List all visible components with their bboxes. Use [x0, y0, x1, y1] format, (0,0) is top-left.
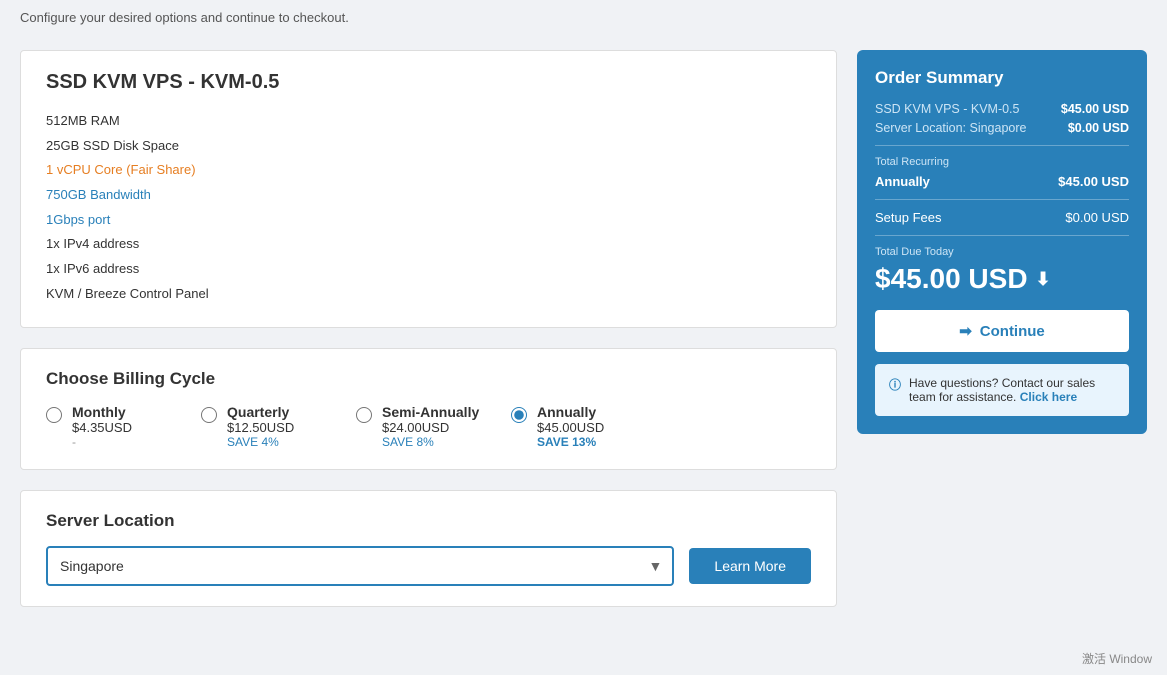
- help-text: Have questions? Contact our sales team f…: [909, 376, 1115, 404]
- activate-windows-text: 激活 Window: [1082, 650, 1152, 667]
- order-summary: Order Summary SSD KVM VPS - KVM-0.5 $45.…: [857, 50, 1147, 434]
- order-divider-3: [875, 235, 1129, 236]
- order-setup-row: Setup Fees $0.00 USD: [875, 210, 1129, 225]
- configure-text: Configure your desired options and conti…: [20, 10, 349, 25]
- billing-radio-quarterly[interactable]: [201, 407, 217, 423]
- order-total-amount: $45.00 USD ⬇: [875, 263, 1129, 295]
- billing-name-quarterly: Quarterly: [227, 404, 294, 420]
- learn-more-button[interactable]: Learn More: [689, 548, 811, 584]
- order-line-location: Server Location: Singapore $0.00 USD: [875, 121, 1129, 135]
- order-product-label: SSD KVM VPS - KVM-0.5: [875, 102, 1019, 116]
- order-total-value: $45.00 USD: [875, 263, 1028, 295]
- billing-price-monthly: $4.35USD: [72, 420, 132, 435]
- product-specs: 512MB RAM 25GB SSD Disk Space 1 vCPU Cor…: [46, 109, 811, 307]
- billing-option-quarterly[interactable]: Quarterly $12.50USD SAVE 4%: [201, 404, 341, 449]
- order-annually-label: Annually: [875, 174, 930, 189]
- server-location-title: Server Location: [46, 511, 811, 531]
- order-line-product: SSD KVM VPS - KVM-0.5 $45.00 USD: [875, 102, 1129, 116]
- billing-option-semi-annually[interactable]: Semi-Annually $24.00USD SAVE 8%: [356, 404, 496, 449]
- billing-save-monthly: -: [72, 435, 132, 449]
- server-location-row: Singapore USA UK Japan ▼ Learn More: [46, 546, 811, 586]
- billing-radio-monthly[interactable]: [46, 407, 62, 423]
- order-annually-row: Annually $45.00 USD: [875, 174, 1129, 189]
- spec-cpu: 1 vCPU Core (Fair Share): [46, 158, 811, 183]
- server-location-select[interactable]: Singapore USA UK Japan: [46, 546, 674, 586]
- product-card: SSD KVM VPS - KVM-0.5 512MB RAM 25GB SSD…: [20, 50, 837, 328]
- order-setup-amount: $0.00 USD: [1065, 210, 1129, 225]
- info-icon: ⓘ: [889, 376, 901, 393]
- spec-disk: 25GB SSD Disk Space: [46, 134, 811, 159]
- billing-price-annually: $45.00USD: [537, 420, 604, 435]
- continue-button[interactable]: ➡ Continue: [875, 310, 1129, 352]
- billing-save-semi-annually: SAVE 8%: [382, 435, 479, 449]
- spec-ram: 512MB RAM: [46, 109, 811, 134]
- order-product-amount: $45.00 USD: [1061, 102, 1129, 116]
- billing-option-annually[interactable]: Annually $45.00USD SAVE 13%: [511, 404, 651, 449]
- billing-radio-annually[interactable]: [511, 407, 527, 423]
- help-link[interactable]: Click here: [1020, 390, 1077, 404]
- spec-ipv6: 1x IPv6 address: [46, 257, 811, 282]
- billing-option-monthly[interactable]: Monthly $4.35USD -: [46, 404, 186, 449]
- billing-name-annually: Annually: [537, 404, 604, 420]
- order-setup-label: Setup Fees: [875, 210, 942, 225]
- download-icon: ⬇: [1036, 269, 1051, 290]
- order-summary-title: Order Summary: [875, 68, 1129, 88]
- server-location-section: Server Location Singapore USA UK Japan ▼…: [20, 490, 837, 607]
- order-divider-1: [875, 145, 1129, 146]
- spec-bandwidth: 750GB Bandwidth: [46, 183, 811, 208]
- order-recurring-label: Total Recurring: [875, 156, 1129, 168]
- order-total-label: Total Due Today: [875, 246, 1129, 258]
- order-annually-amount: $45.00 USD: [1058, 174, 1129, 189]
- main-content: SSD KVM VPS - KVM-0.5 512MB RAM 25GB SSD…: [20, 50, 837, 607]
- billing-save-quarterly: SAVE 4%: [227, 435, 294, 449]
- continue-label: Continue: [980, 323, 1045, 340]
- help-box: ⓘ Have questions? Contact our sales team…: [875, 364, 1129, 416]
- spec-panel: KVM / Breeze Control Panel: [46, 282, 811, 307]
- billing-section: Choose Billing Cycle Monthly $4.35USD - …: [20, 348, 837, 470]
- order-location-amount: $0.00 USD: [1068, 121, 1129, 135]
- billing-save-annually: SAVE 13%: [537, 435, 604, 449]
- billing-name-monthly: Monthly: [72, 404, 132, 420]
- billing-name-semi-annually: Semi-Annually: [382, 404, 479, 420]
- spec-port: 1Gbps port: [46, 208, 811, 233]
- billing-price-quarterly: $12.50USD: [227, 420, 294, 435]
- spec-ipv4: 1x IPv4 address: [46, 232, 811, 257]
- server-select-wrapper: Singapore USA UK Japan ▼: [46, 546, 674, 586]
- billing-price-semi-annually: $24.00USD: [382, 420, 479, 435]
- billing-section-title: Choose Billing Cycle: [46, 369, 811, 389]
- billing-radio-semi-annually[interactable]: [356, 407, 372, 423]
- order-divider-2: [875, 199, 1129, 200]
- order-location-label: Server Location: Singapore: [875, 121, 1026, 135]
- top-bar: Configure your desired options and conti…: [0, 0, 1167, 35]
- arrow-right-icon: ➡: [959, 322, 972, 340]
- billing-options: Monthly $4.35USD - Quarterly $12.50USD S…: [46, 404, 811, 449]
- product-title: SSD KVM VPS - KVM-0.5: [46, 71, 811, 94]
